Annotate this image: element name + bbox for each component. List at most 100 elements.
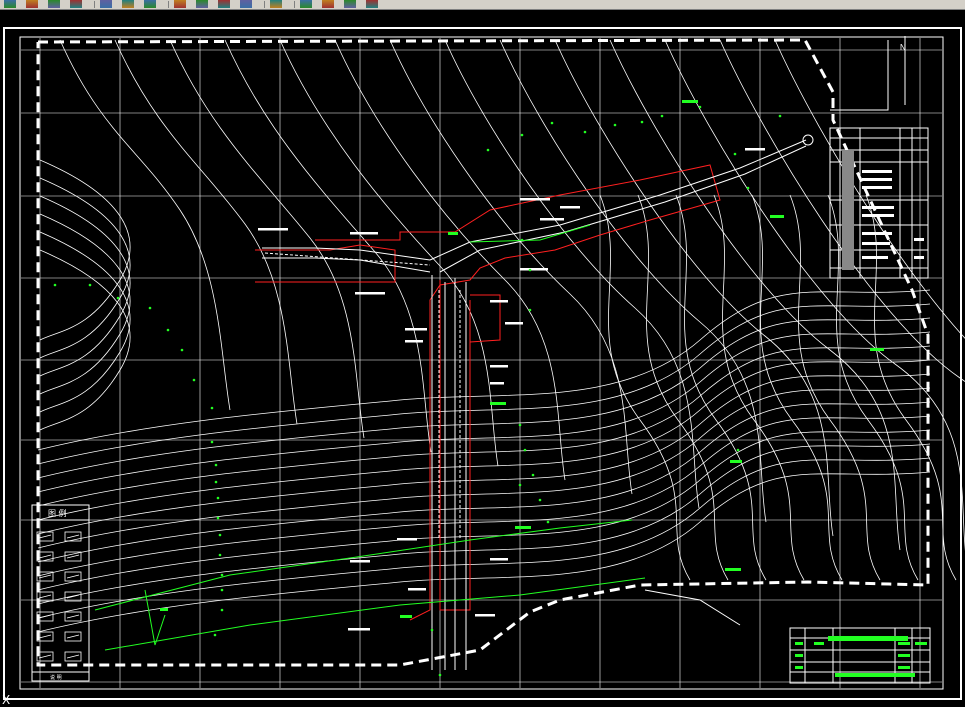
- elevation-point: [216, 516, 220, 520]
- legend-symbol-mark: [66, 614, 80, 619]
- elevation-point: [220, 573, 224, 577]
- contour-line: [224, 39, 432, 453]
- plan-red-outline: [255, 164, 721, 621]
- contour-line: [114, 39, 298, 425]
- legend-symbol-mark: [66, 594, 80, 599]
- legend-symbol-mark: [38, 554, 52, 559]
- annotation-label: [745, 148, 765, 151]
- site-plan-drawing: N 图 例 说 明: [3, 27, 965, 700]
- legend-symbol-mark: [66, 574, 80, 579]
- legend-symbol-mark: [66, 654, 80, 659]
- annotation-label: [350, 232, 378, 235]
- annotation-label-green: [870, 348, 884, 351]
- elevation-point: [148, 306, 152, 310]
- layer-icon[interactable]: [70, 0, 82, 8]
- snap-icon[interactable]: [100, 0, 112, 8]
- annotation-label: [520, 198, 550, 201]
- elevation-point: [698, 105, 702, 109]
- legend-title: 图 例: [48, 508, 67, 518]
- contour-line: [39, 177, 131, 359]
- contour-line: [751, 194, 843, 581]
- legend-footer: 说 明: [50, 674, 62, 681]
- elevation-point: [216, 496, 220, 500]
- undo-icon[interactable]: [4, 0, 16, 8]
- annotation-label-green: [490, 402, 506, 405]
- elevation-point: [218, 533, 222, 537]
- contour-line: [59, 39, 231, 411]
- elevation-point: [220, 608, 224, 612]
- elevation-point: [486, 148, 490, 152]
- elevation-point: [538, 498, 542, 502]
- toolbar-separator: [168, 1, 169, 8]
- elevation-point: [438, 673, 442, 677]
- elevation-point: [528, 308, 532, 312]
- annotation-label: [405, 340, 423, 343]
- annotation-label: [505, 322, 523, 325]
- annotation-label: [397, 538, 417, 541]
- contour-lines: [37, 39, 965, 633]
- elevation-point: [213, 633, 217, 637]
- annotation-label: [490, 382, 504, 385]
- elevation-point: [518, 483, 522, 487]
- block-icon[interactable]: [270, 0, 282, 8]
- annotation-label: [520, 268, 548, 271]
- toolbar-separator: [294, 1, 295, 8]
- annotation-label: [405, 328, 427, 331]
- zoom-window-icon[interactable]: [144, 0, 156, 8]
- toolbar-separator: [264, 1, 265, 8]
- table-icon[interactable]: [196, 0, 208, 8]
- elevation-point: [180, 348, 184, 352]
- elevation-point: [53, 283, 57, 287]
- hatch-icon[interactable]: [240, 0, 252, 8]
- properties-icon[interactable]: [26, 0, 38, 8]
- render-icon[interactable]: [322, 0, 334, 8]
- contour-line: [39, 159, 131, 341]
- elevation-point: [520, 133, 524, 137]
- elevation-point: [88, 283, 92, 287]
- text-icon[interactable]: [174, 0, 186, 8]
- layer-manager-icon[interactable]: [218, 0, 230, 8]
- annotation-label: [560, 206, 580, 209]
- annotation-label-green: [682, 100, 698, 103]
- elevation-point: [520, 238, 524, 242]
- elevation-point: [430, 628, 434, 632]
- annotation-label: [350, 560, 370, 563]
- legend-box: 图 例 说 明: [31, 504, 90, 682]
- elevation-point: [546, 520, 550, 524]
- well-circle: [802, 134, 814, 146]
- zoom-icon[interactable]: [122, 0, 134, 8]
- annotation-label: [408, 588, 426, 591]
- annotation-label-green: [730, 460, 742, 463]
- light-icon[interactable]: [344, 0, 356, 8]
- ortho-icon[interactable]: [366, 0, 378, 8]
- color-icon[interactable]: [300, 0, 312, 8]
- contour-line: [37, 471, 931, 633]
- annotation-label: [475, 614, 495, 617]
- annotation-label: [490, 300, 508, 303]
- annotation-label: [258, 228, 288, 231]
- pan-icon[interactable]: [48, 0, 60, 8]
- legend-symbol-mark: [38, 534, 52, 539]
- cad-toolbar: [0, 0, 965, 10]
- legend-symbol-mark: [66, 554, 80, 559]
- contour-line: [37, 373, 931, 535]
- drawing-labels: [160, 100, 884, 631]
- elevation-point: [531, 473, 535, 477]
- elevation-point: [660, 114, 664, 118]
- elevation-point: [218, 553, 222, 557]
- inner-frame: [19, 36, 944, 690]
- elevation-point: [214, 480, 218, 484]
- drawing-canvas[interactable]: N 图 例 说 明 X: [0, 10, 965, 706]
- annotation-label: [490, 365, 508, 368]
- elevation-point: [613, 123, 617, 127]
- annotation-label-green: [770, 215, 784, 218]
- elevation-point: [116, 296, 120, 300]
- elevation-point: [528, 268, 532, 272]
- legend-symbol-mark: [66, 634, 80, 639]
- annotation-label: [540, 218, 564, 221]
- contour-line: [37, 387, 931, 549]
- legend-symbol-mark: [38, 614, 52, 619]
- elevation-point: [746, 186, 750, 190]
- elevation-point: [214, 463, 218, 467]
- elevation-point: [640, 120, 644, 124]
